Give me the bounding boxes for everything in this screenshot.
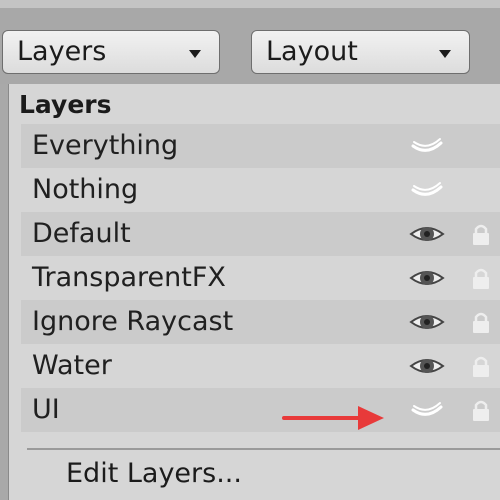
layer-item-transparentfx[interactable]: TransparentFX (21, 256, 500, 300)
layer-item-ignore-raycast[interactable]: Ignore Raycast (21, 300, 500, 344)
menu-header: Layers (19, 90, 112, 119)
lock-icon[interactable] (469, 398, 493, 422)
layer-label: Default (32, 218, 131, 249)
edit-layers-item[interactable]: Edit Layers... (66, 454, 242, 494)
toolbar-top-edge (0, 0, 500, 8)
lock-icon[interactable] (469, 222, 493, 246)
layer-item-everything[interactable]: Everything (21, 124, 500, 168)
layers-dropdown-label: Layers (17, 36, 107, 67)
layer-label: Ignore Raycast (32, 306, 234, 337)
layer-item-default[interactable]: Default (21, 212, 500, 256)
lock-icon[interactable] (469, 310, 493, 334)
layout-dropdown-label: Layout (266, 36, 358, 67)
layer-item-water[interactable]: Water (21, 344, 500, 388)
layer-item-ui[interactable]: UI (21, 388, 500, 432)
layer-item-nothing[interactable]: Nothing (21, 168, 500, 212)
layer-label: Water (32, 350, 112, 381)
layers-menu: Layers Everything Nothing Default Transp… (8, 84, 500, 500)
arrow-annotation-icon (282, 406, 384, 430)
layers-dropdown[interactable]: Layers (2, 30, 220, 74)
lock-icon[interactable] (469, 354, 493, 378)
layer-label: Nothing (32, 174, 139, 205)
layer-label: UI (32, 394, 60, 425)
eye-icon[interactable] (405, 306, 449, 338)
lock-icon[interactable] (469, 266, 493, 290)
eye-icon[interactable] (405, 262, 449, 294)
menu-separator (27, 448, 500, 450)
eye-closed-icon[interactable] (405, 394, 449, 426)
layer-label: Everything (32, 130, 179, 161)
toolbar: Layers Layout (0, 0, 500, 84)
chevron-down-icon (189, 50, 201, 58)
eye-closed-icon[interactable] (405, 130, 449, 162)
eye-icon[interactable] (405, 350, 449, 382)
layout-dropdown[interactable]: Layout (251, 30, 470, 74)
chevron-down-icon (439, 50, 451, 58)
eye-icon[interactable] (405, 218, 449, 250)
layer-label: TransparentFX (32, 262, 226, 293)
eye-closed-icon[interactable] (405, 174, 449, 206)
